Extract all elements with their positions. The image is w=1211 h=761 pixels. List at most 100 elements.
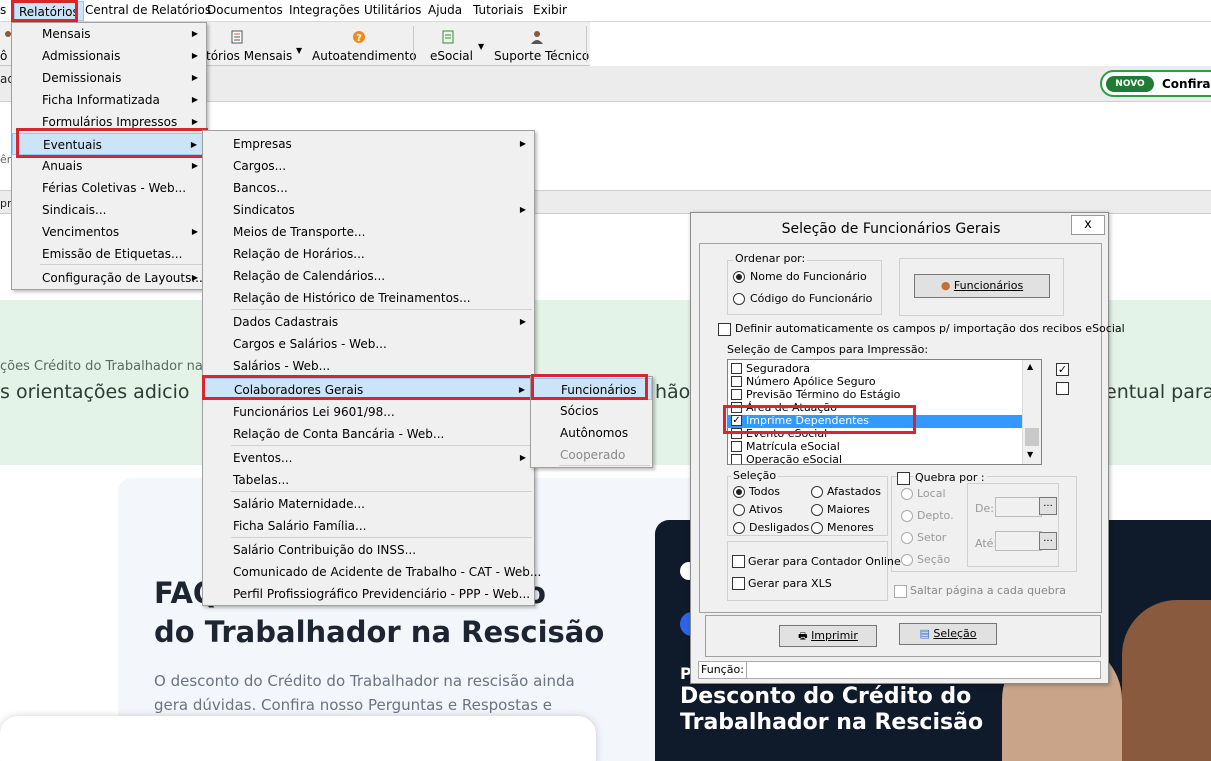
quebra-radio-secao[interactable]: [901, 554, 913, 566]
side-check-1[interactable]: ✓: [1056, 363, 1069, 376]
menu-item-ficha-salario-familia[interactable]: Ficha Salário Família...: [203, 515, 534, 537]
quebra-radio-setor[interactable]: [901, 532, 913, 544]
menu-item-eventos[interactable]: Eventos... ▶: [203, 447, 534, 469]
dialog-selecao-funcionarios: Seleção de Funcionários Gerais x Ordenar…: [690, 212, 1125, 684]
campo-checkbox[interactable]: ✓: [731, 415, 742, 426]
selecao-button[interactable]: ▤ Seleção: [899, 623, 997, 645]
menu-integracoes[interactable]: Integrações: [289, 3, 360, 17]
scroll-thumb[interactable]: [1025, 428, 1039, 446]
menu-item-sindicais[interactable]: Sindicais...: [12, 199, 206, 221]
menu-item-ficha-informatizada[interactable]: Ficha Informatizada ▶: [12, 89, 206, 111]
ate-picker-button[interactable]: ...: [1039, 532, 1057, 550]
dialog-close-button[interactable]: x: [1071, 215, 1105, 235]
toolbar-autoatendimento[interactable]: Autoatendimento: [312, 49, 417, 63]
contador-checkbox[interactable]: [732, 555, 745, 568]
menu-item-cargos[interactable]: Cargos...: [203, 155, 534, 177]
menu-item-demissionais[interactable]: Demissionais ▶: [12, 67, 206, 89]
campos-listbox[interactable]: Seguradora Número Apólice Seguro Previsão …: [727, 359, 1042, 465]
menu-item-bancos[interactable]: Bancos...: [203, 177, 534, 199]
menu-item-vencimentos[interactable]: Vencimentos ▶: [12, 221, 206, 243]
menu-item-meios-de-transporte[interactable]: Meios de Transporte...: [203, 221, 534, 243]
menu-item-colaboradores-gerais[interactable]: Colaboradores Gerais ▶: [203, 378, 534, 400]
menu-item-funcionarios[interactable]: Funcionários: [531, 378, 652, 400]
menu-item-comunicado-de-acidente-de-trabalho-cat-web[interactable]: Comunicado de Acidente de Trabalho - CAT…: [203, 561, 541, 583]
menu-item-dados-cadastrais[interactable]: Dados Cadastrais ▶: [203, 311, 534, 333]
radio-desligados[interactable]: [733, 522, 745, 534]
toolbar-suporte[interactable]: Suporte Técnico: [494, 49, 589, 63]
menu-item-relacao-de-calendarios[interactable]: Relação de Calendários...: [203, 265, 534, 287]
menu-item-admissionais[interactable]: Admissionais ▶: [12, 45, 206, 67]
menu-documentos[interactable]: Documentos: [207, 3, 283, 17]
menu-item-relacao-de-horarios[interactable]: Relação de Horários...: [203, 243, 534, 265]
menu-item-salarios-web[interactable]: Salários - Web...: [203, 355, 534, 377]
saltar-checkbox[interactable]: [894, 585, 907, 598]
menu-central-relatorios[interactable]: Central de Relatórios: [85, 3, 211, 17]
imprimir-button[interactable]: 🖶 Imprimir: [779, 625, 877, 647]
radio-afastados[interactable]: [811, 486, 823, 498]
banner-big-text-mid: hão: [655, 381, 691, 403]
dropdown-arrow-icon[interactable]: ▼: [478, 42, 484, 51]
menu-utilitarios[interactable]: Utilitários: [364, 3, 421, 17]
scroll-down-icon[interactable]: ▼: [1027, 450, 1033, 459]
menu-item-ferias-coletivas-web[interactable]: Férias Coletivas - Web...: [12, 177, 206, 199]
menu-ajuda[interactable]: Ajuda: [428, 3, 462, 17]
radio-menores[interactable]: [811, 522, 823, 534]
menu-item-cargos-e-salarios-web[interactable]: Cargos e Salários - Web...: [203, 333, 534, 355]
menu-item-salario-maternidade[interactable]: Salário Maternidade...: [203, 493, 534, 515]
menu-item-autonomos[interactable]: Autônomos: [531, 422, 652, 444]
menu-relatorios[interactable]: Relatórios: [14, 1, 84, 21]
quebra-checkbox[interactable]: [897, 472, 910, 485]
campo-row-operacao-esocial[interactable]: Operação eSocial: [728, 453, 1022, 464]
campos-scrollbar[interactable]: ▲ ▼: [1022, 360, 1041, 464]
radio-nome[interactable]: [733, 271, 745, 283]
menu-item-configuracao-de-layouts[interactable]: Configuração de Layouts... ▶: [12, 267, 206, 289]
menu-item-formularios-impressos[interactable]: Formulários Impressos ▶: [12, 111, 206, 133]
menu-item-emissao-de-etiquetas[interactable]: Emissão de Etiquetas...: [12, 243, 206, 265]
dropdown-arrow-icon[interactable]: ▼: [296, 46, 302, 55]
menu-tutoriais[interactable]: Tutoriais: [473, 3, 523, 17]
menu-item-label: Admissionais: [42, 49, 121, 63]
banner-small-text: ções Crédito do Trabalhador na: [0, 359, 203, 374]
menu-item-relacao-de-conta-bancaria-web[interactable]: Relação de Conta Bancária - Web...: [203, 423, 534, 445]
de-picker-button[interactable]: ...: [1039, 497, 1057, 515]
menu-item-eventuais[interactable]: Eventuais ▶: [12, 133, 206, 155]
radio-ativos[interactable]: [733, 504, 745, 516]
menu-item-empresas[interactable]: Empresas ▶: [203, 133, 534, 155]
menu-item-funcionarios-lei-9601-98[interactable]: Funcionários Lei 9601/98...: [203, 401, 534, 423]
toolbar-esocial[interactable]: eSocial: [430, 49, 473, 63]
xls-checkbox[interactable]: [732, 577, 745, 590]
campo-checkbox[interactable]: [731, 376, 742, 387]
menu-item-relacao-de-historico-de-treinamentos[interactable]: Relação de Histórico de Treinamentos...: [203, 287, 534, 309]
menu-item-socios[interactable]: Sócios: [531, 400, 652, 422]
campo-checkbox[interactable]: [731, 428, 742, 439]
quebra-radio-depto[interactable]: [901, 510, 913, 522]
side-check-2[interactable]: [1056, 382, 1069, 395]
scroll-up-icon[interactable]: ▲: [1027, 362, 1033, 371]
novo-text[interactable]: Confira as: [1162, 77, 1211, 91]
menu-item-perfil-profissiografico-previdenciario-ppp-web[interactable]: Perfil Profissiográfico Previdenciário -…: [203, 583, 534, 605]
selecao-button-label: Seleção: [933, 627, 977, 640]
de-input[interactable]: [995, 497, 1042, 517]
radio-codigo[interactable]: [733, 293, 745, 305]
menu-item-partial[interactable]: s: [0, 3, 6, 17]
menu-item-anuais[interactable]: Anuais ▶: [12, 155, 206, 177]
menu-item-mensais[interactable]: Mensais ▶: [12, 23, 206, 45]
menu-item-label: Ficha Salário Família...: [233, 519, 367, 533]
menu-item-tabelas[interactable]: Tabelas...: [203, 469, 534, 491]
funcionarios-button[interactable]: ● Funcionários: [914, 274, 1050, 298]
campo-checkbox[interactable]: [731, 441, 742, 452]
campo-checkbox[interactable]: [731, 402, 742, 413]
menu-item-salario-contribuicao-do-inss[interactable]: Salário Contribuição do INSS...: [203, 539, 534, 561]
ate-input[interactable]: [995, 531, 1042, 551]
menu-item-label: Funcionários Lei 9601/98...: [233, 405, 395, 419]
campo-checkbox[interactable]: [731, 389, 742, 400]
radio-maiores[interactable]: [811, 504, 823, 516]
campo-checkbox[interactable]: [731, 363, 742, 374]
menu-item-sindicatos[interactable]: Sindicatos ▶: [203, 199, 534, 221]
auto-campos-checkbox[interactable]: [718, 323, 731, 336]
toolbar-relatorios-mensais[interactable]: tórios Mensais: [206, 49, 292, 63]
menu-exibir[interactable]: Exibir: [533, 3, 567, 17]
radio-todos[interactable]: [733, 486, 745, 498]
quebra-radio-local[interactable]: [901, 488, 913, 500]
campo-checkbox[interactable]: [731, 454, 742, 464]
